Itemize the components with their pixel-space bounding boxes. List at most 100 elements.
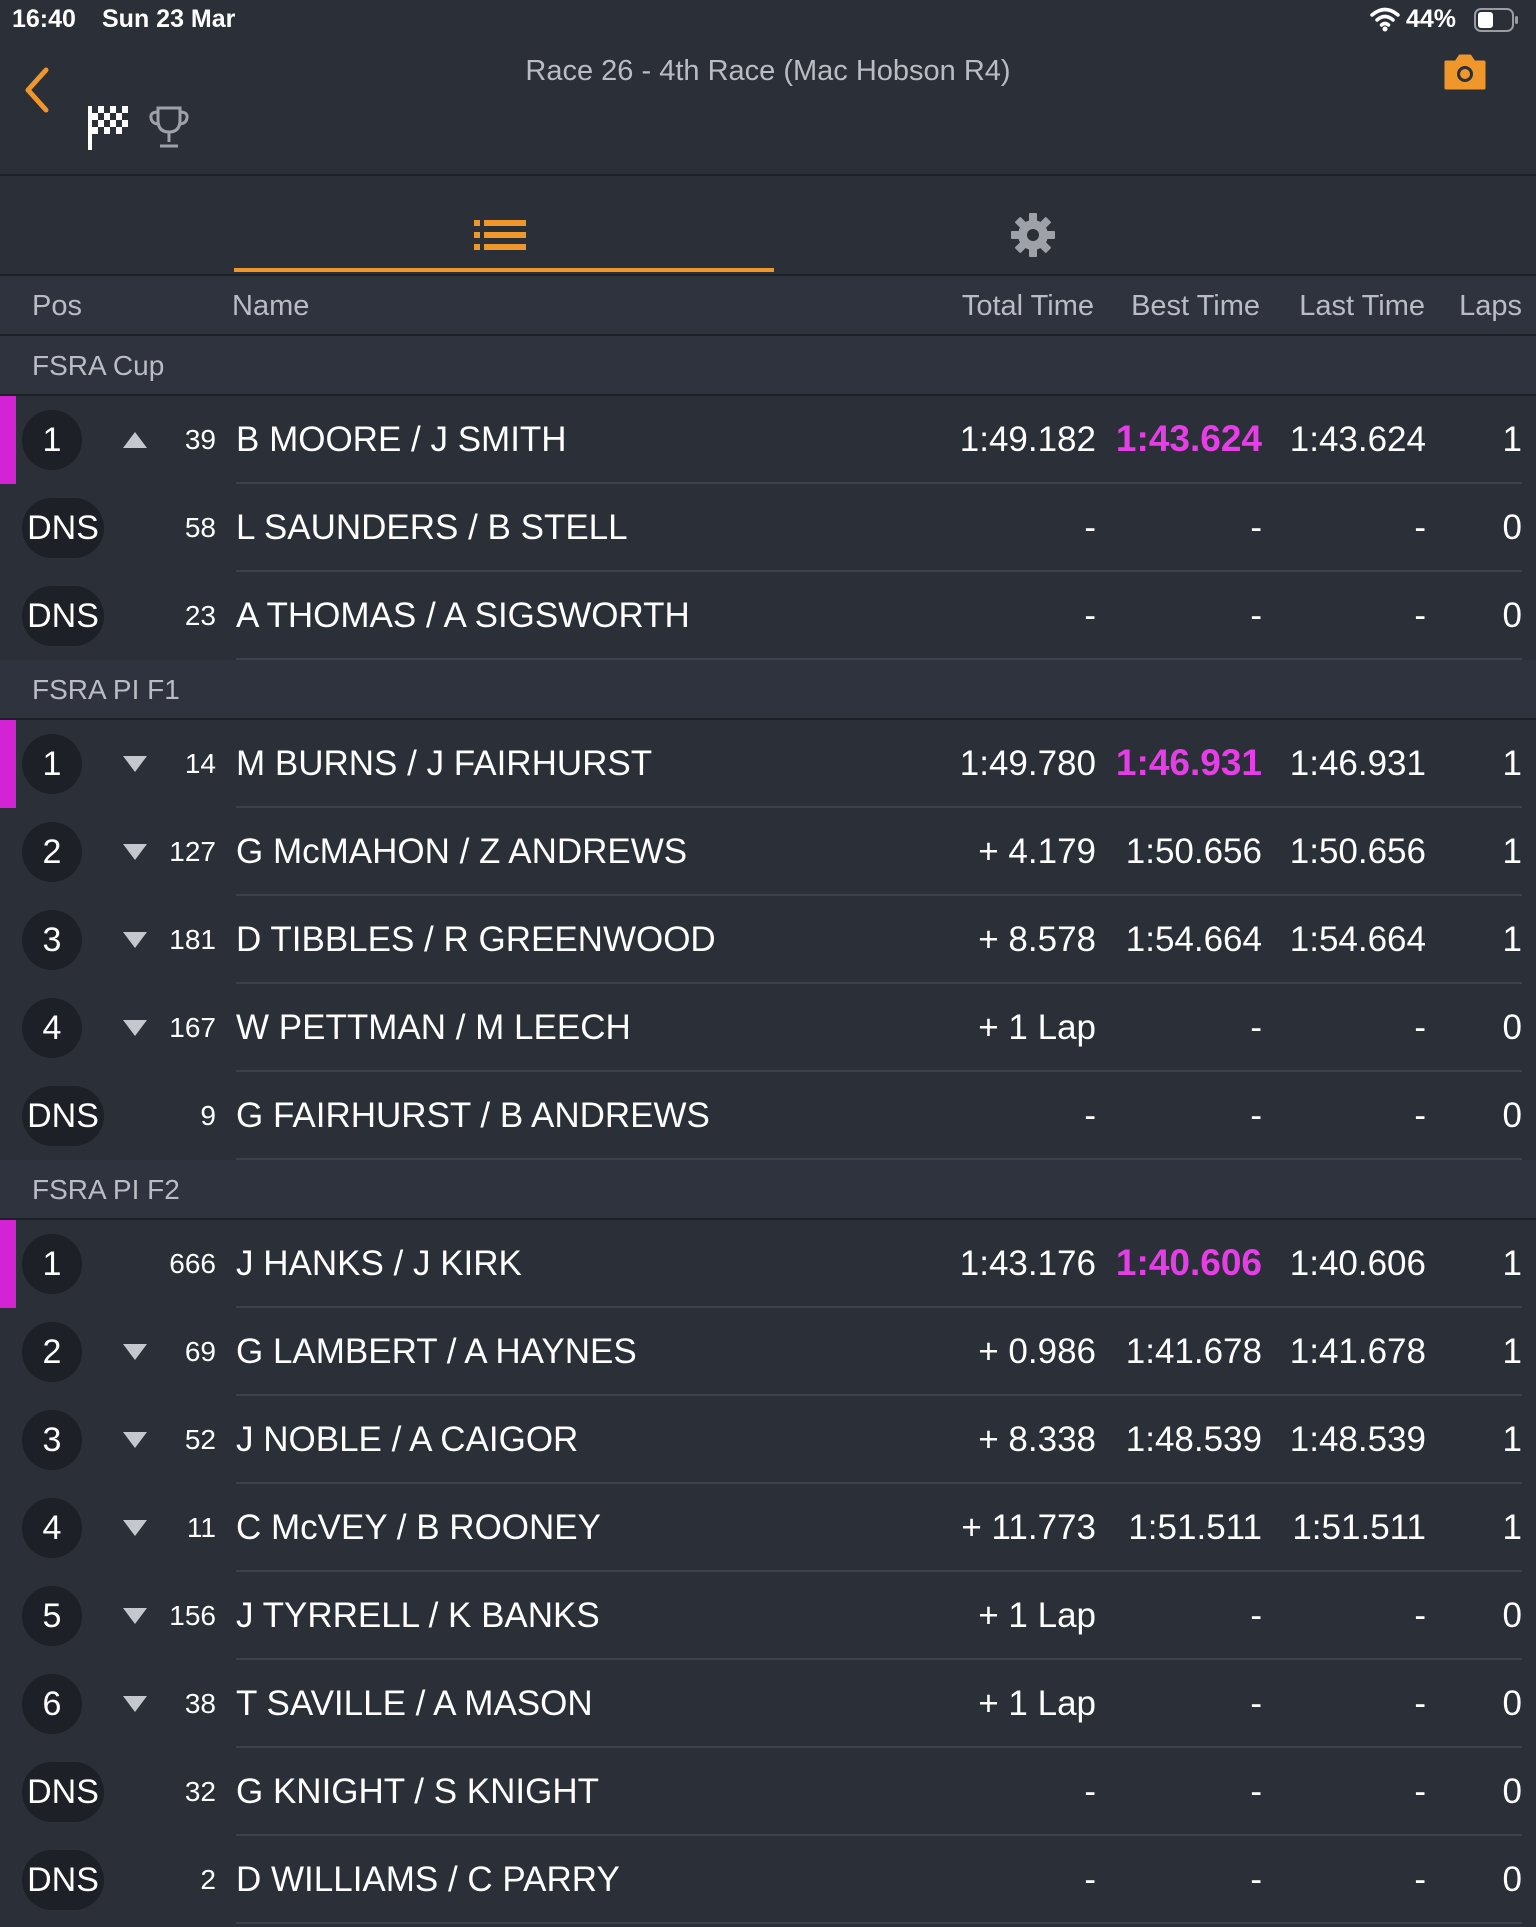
last-time: 1:40.606 (1289, 1244, 1426, 1283)
result-row[interactable]: 3 181 D TIBBLES / R GREENWOOD + 8.578 1:54.6… (0, 896, 1536, 984)
result-row[interactable]: DNS 23 A THOMAS / A SIGSWORTH - - - 0 (0, 572, 1536, 660)
position-badge: DNS (22, 1762, 104, 1822)
driver-names: C McVEY / B ROONEY (236, 1508, 601, 1547)
result-row[interactable]: 2 127 G McMAHON / Z ANDREWS + 4.179 1:50.656… (0, 808, 1536, 896)
best-time: - (1250, 1008, 1262, 1047)
col-total-time[interactable]: Total Time (962, 290, 1094, 323)
col-name[interactable]: Name (232, 290, 309, 323)
position-badge: 1 (22, 1234, 82, 1294)
row-divider (236, 1922, 1522, 1924)
col-best-time[interactable]: Best Time (1131, 290, 1260, 323)
last-time: - (1414, 1596, 1426, 1635)
car-number: 9 (200, 1100, 216, 1131)
driver-names: T SAVILLE / A MASON (236, 1684, 593, 1723)
laps-count: 0 (1502, 1008, 1522, 1047)
result-row[interactable]: 2 69 G LAMBERT / A HAYNES + 0.986 1:41.678 1:… (0, 1308, 1536, 1396)
car-number: 14 (184, 748, 216, 779)
total-time: + 1 Lap (978, 1684, 1096, 1723)
col-last-time[interactable]: Last Time (1299, 290, 1425, 323)
total-time: + 4.179 (978, 832, 1096, 871)
trophy-icon[interactable] (148, 104, 190, 150)
laps-count: 0 (1502, 1096, 1522, 1135)
car-number: 127 (169, 836, 216, 867)
result-row[interactable]: DNS 2 D WILLIAMS / C PARRY - - - 0 (0, 1836, 1536, 1924)
checkered-flag-icon[interactable] (86, 102, 132, 152)
total-time: - (1084, 508, 1096, 547)
total-time: - (1084, 1772, 1096, 1811)
car-number: 666 (169, 1248, 216, 1279)
result-row[interactable]: 5 156 J TYRRELL / K BANKS + 1 Lap - - 0 (0, 1572, 1536, 1660)
tab-results-list[interactable] (234, 176, 774, 274)
position-badge: 2 (22, 822, 82, 882)
car-number: 52 (184, 1424, 216, 1455)
result-row[interactable]: 4 167 W PETTMAN / M LEECH + 1 Lap - - 0 (0, 984, 1536, 1072)
laps-count: 0 (1502, 508, 1522, 547)
wifi-icon (1370, 7, 1400, 32)
col-laps[interactable]: Laps (1459, 290, 1522, 323)
best-time: 1:50.656 (1125, 832, 1262, 871)
position-badge: 1 (22, 734, 82, 794)
best-time: 1:46.931 (1115, 742, 1262, 783)
last-time: - (1414, 1860, 1426, 1899)
column-header: Pos Name Total Time Best Time Last Time … (0, 276, 1536, 336)
position-badge: 4 (22, 998, 82, 1058)
position-badge: 3 (22, 910, 82, 970)
driver-names: G McMAHON / Z ANDREWS (236, 832, 688, 871)
result-row[interactable]: DNS 58 L SAUNDERS / B STELL - - - 0 (0, 484, 1536, 572)
position-badge: DNS (22, 1850, 104, 1910)
best-time: 1:40.606 (1115, 1242, 1262, 1283)
section-header: FSRA Cup (0, 336, 1536, 396)
result-row[interactable]: 4 11 C McVEY / B ROONEY + 11.773 1:51.511 1:5… (0, 1484, 1536, 1572)
result-row[interactable]: DNS 9 G FAIRHURST / B ANDREWS - - - 0 (0, 1072, 1536, 1160)
result-row[interactable]: 3 52 J NOBLE / A CAIGOR + 8.338 1:48.539 1:48… (0, 1396, 1536, 1484)
last-time: - (1414, 1096, 1426, 1135)
car-number: 39 (184, 424, 216, 455)
best-time: - (1250, 596, 1262, 635)
total-time: 1:49.182 (959, 420, 1096, 459)
position-down-icon (123, 1020, 147, 1036)
result-row[interactable]: 1 14 M BURNS / J FAIRHURST 1:49.780 1:46.931… (0, 720, 1536, 808)
class-leader-marker (0, 396, 16, 484)
position-badge: DNS (22, 498, 104, 558)
driver-names: M BURNS / J FAIRHURST (236, 744, 653, 783)
result-row[interactable]: DNS 32 G KNIGHT / S KNIGHT - - - 0 (0, 1748, 1536, 1836)
total-time: + 8.338 (978, 1420, 1096, 1459)
best-time: 1:51.511 (1128, 1508, 1262, 1547)
position-up-icon (123, 432, 147, 448)
total-time: + 11.773 (961, 1508, 1096, 1547)
last-time: - (1414, 596, 1426, 635)
camera-icon[interactable] (1442, 52, 1488, 92)
driver-names: B MOORE / J SMITH (236, 420, 567, 459)
car-number: 69 (184, 1336, 216, 1367)
class-leader-marker (0, 720, 16, 808)
position-badge: 1 (22, 410, 82, 470)
tab-settings[interactable] (774, 176, 1314, 274)
car-number: 23 (184, 600, 216, 631)
result-row[interactable]: 1 39 B MOORE / J SMITH 1:49.182 1:43.624 1:43… (0, 396, 1536, 484)
result-row[interactable]: 1 666 J HANKS / J KIRK 1:43.176 1:40.606 1:40… (0, 1220, 1536, 1308)
driver-names: G KNIGHT / S KNIGHT (236, 1772, 600, 1811)
laps-count: 0 (1502, 1596, 1522, 1635)
laps-count: 0 (1502, 1772, 1522, 1811)
result-row[interactable]: 6 38 T SAVILLE / A MASON + 1 Lap - - 0 (0, 1660, 1536, 1748)
laps-count: 1 (1502, 1332, 1522, 1371)
driver-names: J HANKS / J KIRK (236, 1244, 522, 1283)
col-pos[interactable]: Pos (32, 290, 82, 323)
driver-names: G FAIRHURST / B ANDREWS (236, 1096, 710, 1135)
best-time: - (1250, 1684, 1262, 1723)
status-bar: 16:40 Sun 23 Mar 44% (0, 0, 1536, 40)
position-badge: DNS (22, 586, 104, 646)
best-time: - (1250, 1860, 1262, 1899)
position-down-icon (123, 1696, 147, 1712)
position-badge: DNS (22, 1086, 104, 1146)
section-header: FSRA PI F1 (0, 660, 1536, 720)
driver-names: D TIBBLES / R GREENWOOD (236, 920, 716, 959)
battery-percent: 44% (1406, 5, 1457, 33)
total-time: - (1084, 1096, 1096, 1135)
best-time: - (1250, 508, 1262, 547)
last-time: 1:43.624 (1289, 420, 1426, 459)
position-badge: 2 (22, 1322, 82, 1382)
active-tab-indicator (234, 268, 774, 272)
best-time: 1:41.678 (1125, 1332, 1262, 1371)
total-time: 1:43.176 (959, 1244, 1096, 1283)
